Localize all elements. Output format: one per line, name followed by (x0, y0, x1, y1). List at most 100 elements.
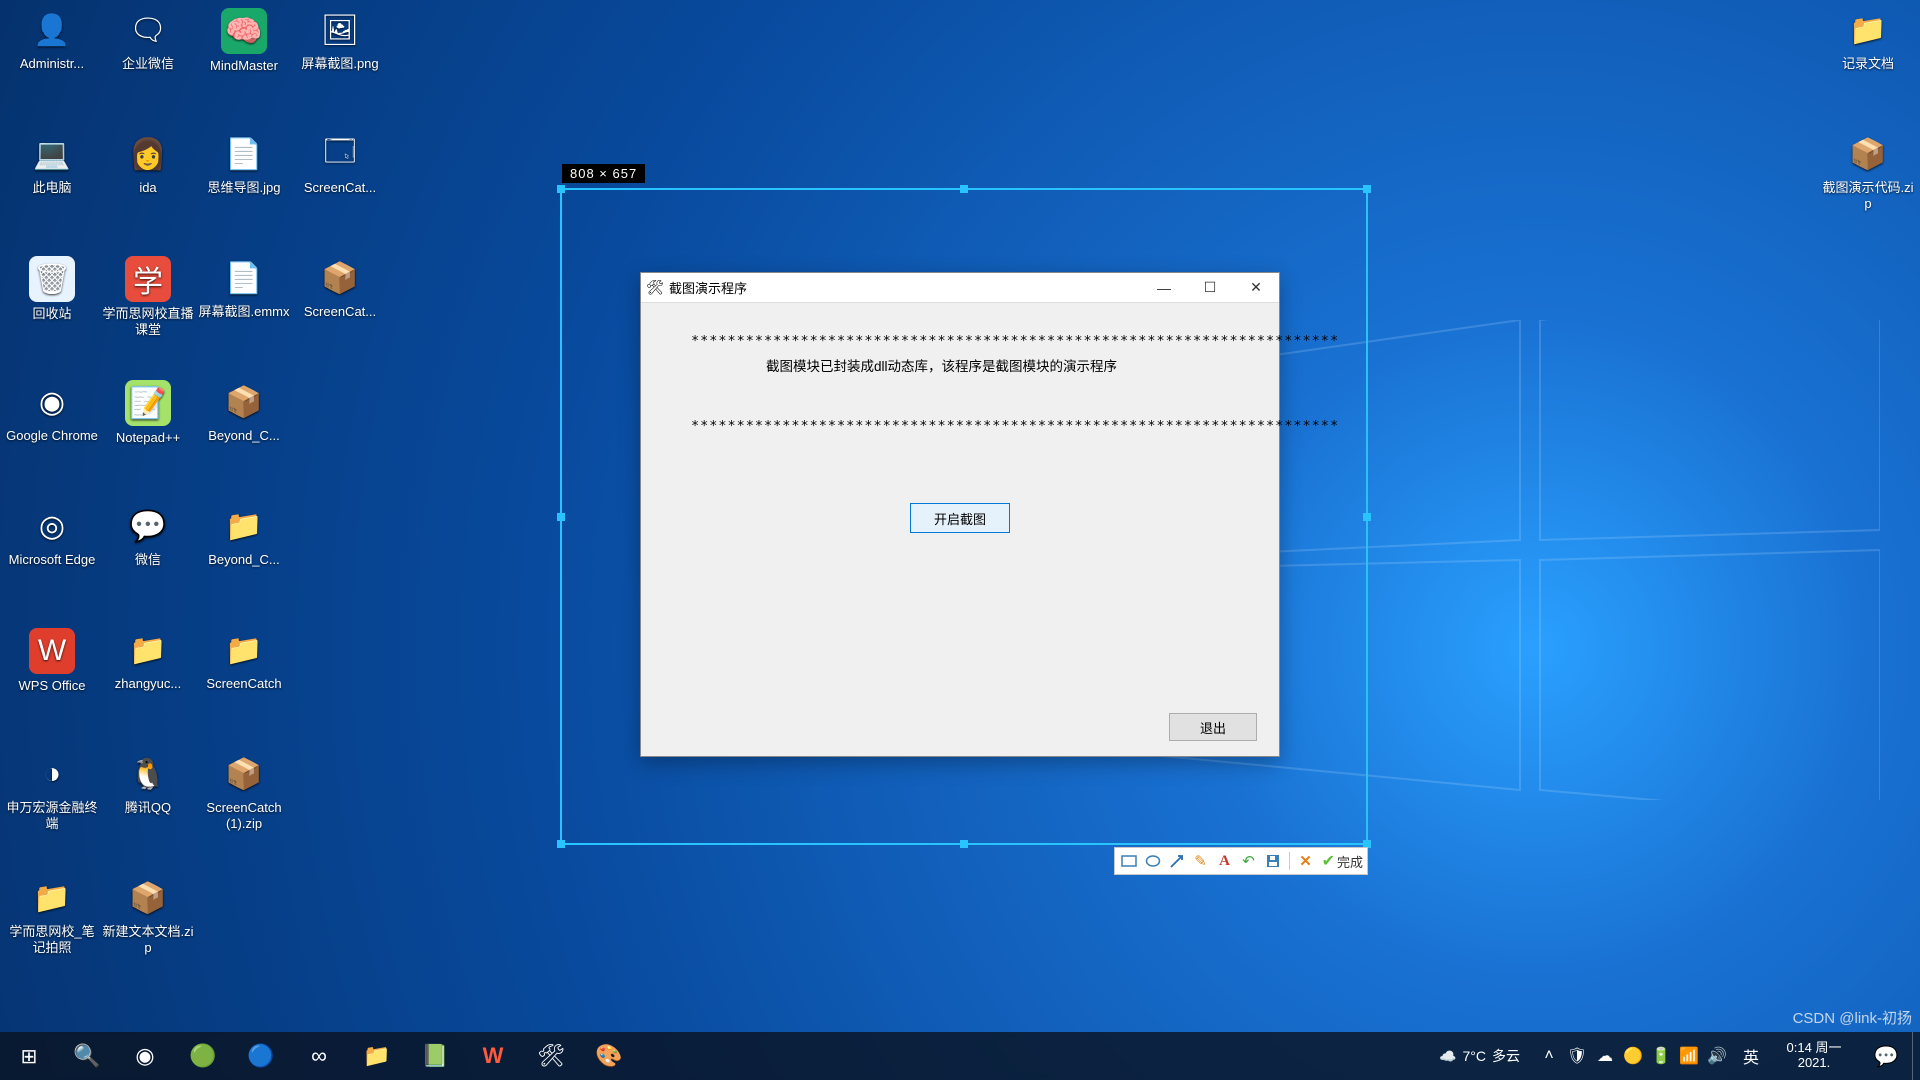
close-button[interactable]: ✕ (1233, 273, 1279, 303)
weather-temp: 7°C (1463, 1048, 1487, 1064)
exit-button[interactable]: 退出 (1169, 713, 1257, 741)
tool-save[interactable] (1263, 851, 1283, 871)
desktop-icon-screenshot-png[interactable]: 🖼屏幕截图.png (294, 6, 386, 106)
chrome-label: Google Chrome (6, 428, 98, 444)
taskbar-clock[interactable]: 0:14 周一 2021. (1768, 1041, 1860, 1071)
taskbar-wps[interactable]: W (464, 1032, 522, 1080)
resize-handle-bl[interactable] (557, 840, 565, 848)
start-capture-button[interactable]: 开启截图 (910, 503, 1010, 533)
taskbar-demo[interactable]: 🛠 (522, 1032, 580, 1080)
desktop-icon-screencatch-zip2[interactable]: 📦ScreenCatch(1).zip (198, 750, 290, 850)
dialog-divider-bottom: ****************************************… (691, 418, 1239, 434)
taskbar-notepadpp[interactable]: 📗 (406, 1032, 464, 1080)
clock-time: 0:14 周一 (1772, 1041, 1856, 1056)
desktop-icon-notepadpp[interactable]: 📝Notepad++ (102, 378, 194, 478)
beyondcompare-zip-label: Beyond_C... (208, 428, 280, 444)
screencat-zip-icon: 📦 (313, 256, 367, 300)
tool-text[interactable]: A (1215, 851, 1235, 871)
desktop-icon-wps[interactable]: WWPS Office (6, 626, 98, 726)
tool-undo[interactable]: ↶ (1239, 851, 1259, 871)
tray-volume[interactable]: 🔊 (1704, 1032, 1730, 1080)
desktop-icon-screencat-zip[interactable]: 📦ScreenCat... (294, 254, 386, 354)
desktop-icon-qq[interactable]: 🐧 腾讯QQ (102, 750, 194, 850)
tool-cancel[interactable]: ✕ (1296, 851, 1316, 871)
tool-arrow[interactable] (1167, 851, 1187, 871)
dialog-title: 截图演示程序 (669, 278, 1141, 297)
beyondcompare-zip-icon: 📦 (217, 380, 271, 424)
tool-done[interactable]: ✔ 完成 (1322, 851, 1363, 871)
desktop-icon-beyondcompare-zip[interactable]: 📦 Beyond_C... (198, 378, 290, 478)
desktop-icon-beyondcompare-folder[interactable]: 📁Beyond_C... (198, 502, 290, 602)
taskbar-mindmaster[interactable]: 🟢 (174, 1032, 232, 1080)
tray-security[interactable]: 🛡 (1564, 1032, 1590, 1080)
edge-icon: ◎ (25, 504, 79, 548)
desktop-icon-xueersi-notes[interactable]: 📁学而思网校_笔记拍照 (6, 874, 98, 974)
desktop-icon-wechat[interactable]: 💬微信 (102, 502, 194, 602)
tray-qq-tray[interactable]: 🟡 (1620, 1032, 1646, 1080)
desktop-icon-xueersi[interactable]: 学学而思网校直播课堂 (102, 254, 194, 354)
dialog-titlebar[interactable]: 🛠 截图演示程序 — ☐ ✕ (641, 273, 1279, 303)
desktop-icon-user-folder[interactable]: 👤Administr... (6, 6, 98, 106)
ime-indicator[interactable]: 英 (1738, 1032, 1764, 1080)
desktop-icon-newtext-zip[interactable]: 📦新建文本文档.zip (102, 874, 194, 974)
taskbar-chrome[interactable]: ◉ (116, 1032, 174, 1080)
screencat-exe-label: ScreenCat... (304, 180, 376, 196)
resize-handle-tc[interactable] (960, 185, 968, 193)
minimize-button[interactable]: — (1141, 273, 1187, 303)
xueersi-notes-icon: 📁 (25, 876, 79, 920)
resize-handle-tl[interactable] (557, 185, 565, 193)
desktop-icon-recycle-bin[interactable]: 🗑回收站 (6, 254, 98, 354)
desktop-icon-screenshot-emmx[interactable]: 📄屏幕截图.emmx (198, 254, 290, 354)
desktop-icon-zhangyuc[interactable]: 📁zhangyuc... (102, 626, 194, 726)
desktop-icon-swhy[interactable]: ◑申万宏源金融终端 (6, 750, 98, 850)
edge-label: Microsoft Edge (9, 552, 96, 568)
taskbar: ⊞🔍◉🟢🔵∞📁📗W🛠🎨 ☁️ 7°C 多云 ˄🛡☁🟡🔋📶🔊 英 0:14 周一 … (0, 1032, 1920, 1080)
user-folder-icon: 👤 (25, 8, 79, 52)
desktop-icon-ida[interactable]: 👩ida (102, 130, 194, 230)
desktop-icon-mindmap-jpg[interactable]: 📄思维导图.jpg (198, 130, 290, 230)
show-desktop[interactable] (1912, 1032, 1920, 1080)
resize-handle-lc[interactable] (557, 513, 565, 521)
screencat-exe-icon: 🗔 (313, 132, 367, 176)
separator (1289, 852, 1290, 870)
swhy-label: 申万宏源金融终端 (6, 800, 98, 833)
taskbar-weather[interactable]: ☁️ 7°C 多云 (1427, 1046, 1532, 1066)
qq-label: 腾讯QQ (125, 800, 171, 816)
resize-handle-tr[interactable] (1363, 185, 1371, 193)
taskbar-start[interactable]: ⊞ (0, 1032, 58, 1080)
resize-handle-rc[interactable] (1363, 513, 1371, 521)
tool-ellipse[interactable] (1143, 851, 1163, 871)
mindmap-jpg-label: 思维导图.jpg (208, 180, 281, 196)
taskbar-paint[interactable]: 🎨 (580, 1032, 638, 1080)
desktop-icon-wecom[interactable]: 🗨企业微信 (102, 6, 194, 106)
taskbar-explorer[interactable]: 📁 (348, 1032, 406, 1080)
ida-label: ida (139, 180, 156, 196)
action-center[interactable]: 💬 (1860, 1032, 1912, 1080)
screenshot-png-label: 屏幕截图.png (301, 56, 378, 72)
tool-rectangle[interactable] (1119, 851, 1139, 871)
resize-handle-bc[interactable] (960, 840, 968, 848)
qq-icon: 🐧 (121, 752, 175, 796)
tray-tray-up[interactable]: ˄ (1536, 1032, 1562, 1080)
mindmaster-label: MindMaster (210, 58, 278, 74)
taskbar-wecom[interactable]: 🔵 (232, 1032, 290, 1080)
maximize-button[interactable]: ☐ (1187, 273, 1233, 303)
desktop-icon-screencat-exe[interactable]: 🗔 ScreenCat... (294, 130, 386, 230)
wecom-icon: 🗨 (121, 8, 175, 52)
mindmaster-icon: 🧠 (221, 8, 267, 54)
tray-onedrive[interactable]: ☁ (1592, 1032, 1618, 1080)
desktop-icon-this-pc[interactable]: 💻此电脑 (6, 130, 98, 230)
screenshot-emmx-icon: 📄 (217, 256, 271, 300)
desktop-icon-screencatch-folder[interactable]: 📁ScreenCatch (198, 626, 290, 726)
desktop-icon-mindmaster[interactable]: 🧠 MindMaster (198, 6, 290, 106)
desktop-icon-chrome[interactable]: ◉Google Chrome (6, 378, 98, 478)
desktop-icon-demo-code-zip[interactable]: 📦截图演示代码.zip (1822, 130, 1914, 230)
desktop-icon-record-docs[interactable]: 📁记录文档 (1822, 6, 1914, 106)
taskbar-vstudio[interactable]: ∞ (290, 1032, 348, 1080)
taskbar-search[interactable]: 🔍 (58, 1032, 116, 1080)
screencatch-folder-label: ScreenCatch (206, 676, 281, 692)
tray-wifi[interactable]: 📶 (1676, 1032, 1702, 1080)
desktop-icon-edge[interactable]: ◎ Microsoft Edge (6, 502, 98, 602)
tray-battery[interactable]: 🔋 (1648, 1032, 1674, 1080)
tool-pencil[interactable]: ✎ (1191, 851, 1211, 871)
